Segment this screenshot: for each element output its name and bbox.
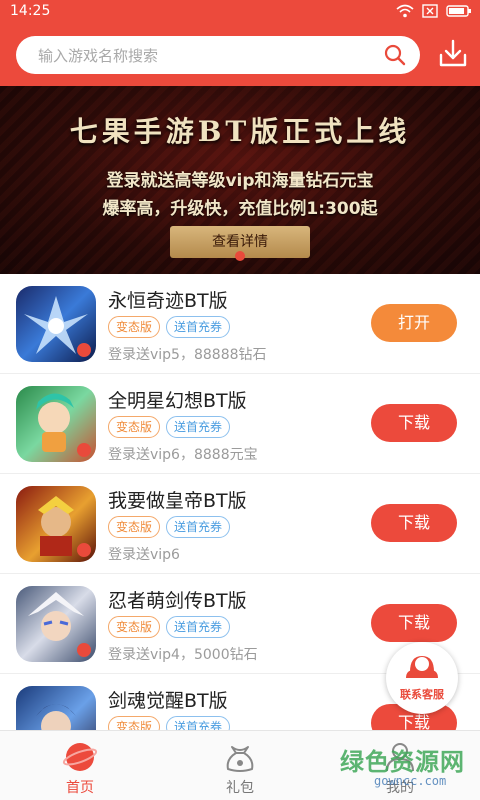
game-desc: 登录送vip6，8888元宝 [108,447,258,463]
top-header: 输入游戏名称搜索 [0,24,480,86]
tag-bt: 变态版 [108,716,161,730]
list-item[interactable]: 永恒奇迹BT版 变态版 送首充券 登录送vip5，88888钻石 打开 [0,274,480,374]
tag-bt: 变态版 [108,316,161,338]
tag-coupon: 送首充券 [166,616,231,638]
download-manager-icon[interactable] [438,38,468,68]
watermark-text: 绿色资源网 [340,748,465,776]
gift-bag-icon [226,746,254,772]
tag-bt: 变态版 [108,416,161,438]
tab-home[interactable]: 首页 [0,731,160,800]
wifi-icon [396,4,414,18]
list-item[interactable]: 我要做皇帝BT版 变态版 送首充券 登录送vip6 下载 [0,474,480,574]
search-placeholder: 输入游戏名称搜索 [38,47,159,65]
customer-service-label: 联系客服 [400,688,444,701]
tag-coupon: 送首充券 [166,716,231,730]
tag-coupon: 送首充券 [166,516,231,538]
game-name: 永恒奇迹BT版 [108,290,228,312]
sim-off-icon [422,4,438,18]
list-item[interactable]: 全明星幻想BT版 变态版 送首充券 登录送vip6，8888元宝 下载 [0,374,480,474]
customer-service-button[interactable]: 联系客服 [386,642,458,714]
status-bar: 14:25 [0,0,480,24]
download-button[interactable]: 下载 [371,504,457,542]
banner-title: 七果手游BT版正式上线 [69,115,411,148]
banner-line-1: 登录就送高等级vip和海量钻石元宝 [106,171,374,191]
promo-banner[interactable]: 七果手游BT版正式上线 登录就送高等级vip和海量钻石元宝 爆率高，升级快，充值… [0,86,480,274]
game-icon [16,586,96,662]
banner-page-indicator [235,251,245,261]
tag-coupon: 送首充券 [166,416,231,438]
tag-bt: 变态版 [108,616,161,638]
watermark-url: gowncc.com [374,774,447,788]
tag-coupon: 送首充券 [166,316,231,338]
download-button[interactable]: 下载 [371,404,457,442]
status-time: 14:25 [10,3,51,19]
game-desc: 登录送vip4，5000钻石 [108,647,258,663]
game-name: 剑魂觉醒BT版 [108,690,228,712]
game-tags: 变态版 送首充券 [108,516,231,538]
search-icon[interactable] [384,44,406,66]
game-icon [16,486,96,562]
search-input[interactable]: 输入游戏名称搜索 [16,36,420,74]
watermark: 绿色资源网 gowncc.com [330,740,480,796]
planet-icon [62,743,98,771]
game-name: 忍者萌剑传BT版 [108,590,247,612]
status-icons [396,4,472,18]
open-button[interactable]: 打开 [371,304,457,342]
game-tags: 变态版 送首充券 [108,616,231,638]
game-tags: 变态版 送首充券 [108,416,231,438]
game-icon [16,386,96,462]
battery-icon [446,5,471,17]
game-desc: 登录送vip5，88888钻石 [108,347,267,363]
game-tags: 变态版 送首充券 [108,316,231,338]
banner-line-2: 爆率高，升级快，充值比例1:300起 [102,199,378,219]
tab-label: 礼包 [226,780,254,796]
tag-bt: 变态版 [108,516,161,538]
download-button[interactable]: 下载 [371,604,457,642]
customer-service-icon [406,656,438,678]
game-desc: 登录送vip6 [108,547,180,563]
game-icon [16,686,96,730]
game-name: 我要做皇帝BT版 [108,490,247,512]
tab-label: 首页 [66,780,94,796]
game-tags: 变态版 送首充券 [108,716,231,730]
game-icon [16,286,96,362]
game-name: 全明星幻想BT版 [108,390,247,412]
tab-gifts[interactable]: 礼包 [160,731,320,800]
